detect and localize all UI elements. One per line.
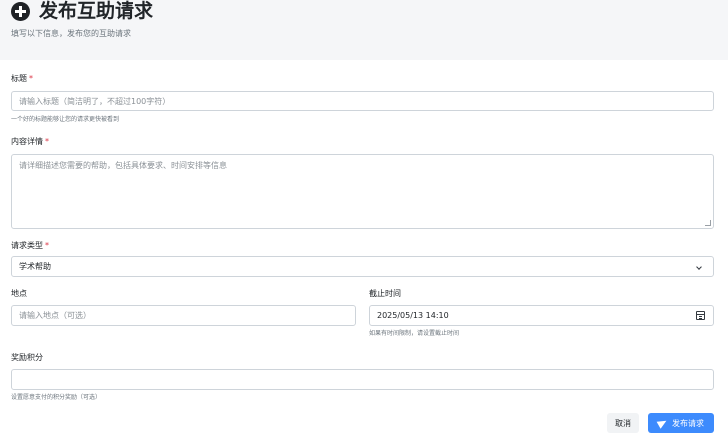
type-label: 请求类型 * xyxy=(11,240,49,251)
type-select-value: 学术帮助 xyxy=(19,262,51,271)
plus-circle-icon xyxy=(11,2,30,21)
content-textarea[interactable] xyxy=(11,154,714,229)
cancel-button[interactable]: 取消 xyxy=(607,413,639,433)
location-input[interactable] xyxy=(11,305,356,326)
reward-input[interactable] xyxy=(11,369,714,390)
reward-label: 奖励积分 xyxy=(11,353,43,362)
deadline-help-text: 如果有时间限制，请设置截止时间 xyxy=(369,330,460,337)
title-label-text: 标题 xyxy=(11,74,27,83)
deadline-input[interactable]: 2025/05/13 14:10 xyxy=(369,305,714,326)
location-label: 地点 xyxy=(11,289,27,298)
submit-button-label: 发布请求 xyxy=(672,418,704,428)
required-mark: * xyxy=(45,241,49,250)
resize-handle[interactable] xyxy=(705,220,711,226)
title-help-text: 一个好的标题能够让您的请求更快被看到 xyxy=(11,116,120,123)
chevron-down-icon xyxy=(696,264,702,270)
cancel-button-label: 取消 xyxy=(615,418,631,428)
title-label: 标题 * xyxy=(11,73,33,84)
required-mark: * xyxy=(29,74,33,83)
type-select[interactable]: 学术帮助 xyxy=(11,256,714,277)
deadline-value: 2025/05/13 14:10 xyxy=(377,311,449,320)
required-mark: * xyxy=(45,137,49,146)
deadline-label: 截止时间 xyxy=(369,289,401,298)
send-icon xyxy=(656,417,669,429)
page-title: 发布互助请求 xyxy=(39,0,154,22)
page-subtitle: 填写以下信息，发布您的互助请求 xyxy=(11,29,131,38)
content-label-text: 内容详情 xyxy=(11,137,43,146)
reward-help-text: 设置愿意支付的积分奖励（可选） xyxy=(11,394,102,401)
page-header: 发布互助请求 填写以下信息，发布您的互助请求 xyxy=(0,0,728,60)
content-label: 内容详情 * xyxy=(11,136,49,147)
calendar-icon[interactable] xyxy=(696,311,705,320)
title-input[interactable] xyxy=(11,91,714,111)
submit-button[interactable]: 发布请求 xyxy=(648,413,714,433)
type-label-text: 请求类型 xyxy=(11,241,43,250)
